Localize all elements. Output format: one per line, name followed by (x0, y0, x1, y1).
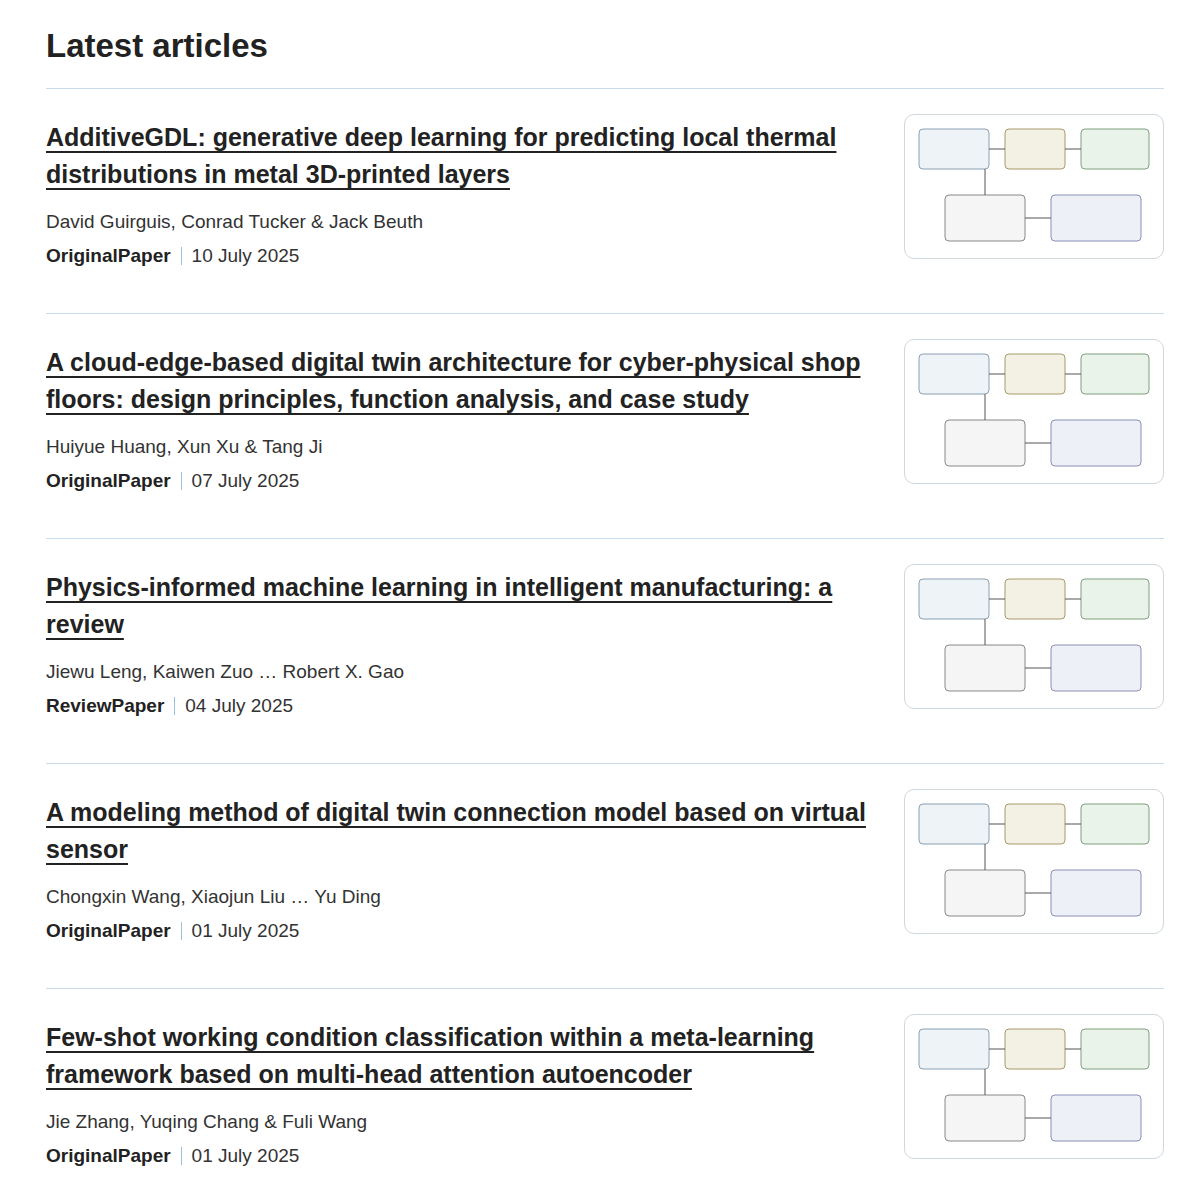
article-title-link[interactable]: AdditiveGDL: generative deep learning fo… (46, 119, 876, 193)
figure-icon (905, 1015, 1163, 1158)
article-row: A cloud-edge-based digital twin architec… (46, 314, 1164, 539)
article-thumbnail[interactable] (904, 1014, 1164, 1159)
article-thumbnail[interactable] (904, 114, 1164, 259)
article-body: A cloud-edge-based digital twin architec… (46, 344, 876, 494)
article-meta: OriginalPaper 10 July 2025 (46, 243, 876, 269)
figure-icon (905, 565, 1163, 708)
article-authors: David Guirguis, Conrad Tucker & Jack Beu… (46, 209, 876, 235)
article-thumbnail[interactable] (904, 564, 1164, 709)
article-body: Physics-informed machine learning in int… (46, 569, 876, 719)
article-type: OriginalPaper (46, 243, 171, 269)
article-authors: Huiyue Huang, Xun Xu & Tang Ji (46, 434, 876, 460)
article-row: A modeling method of digital twin connec… (46, 764, 1164, 989)
latest-articles-page: Latest articles AdditiveGDL: generative d… (0, 0, 1184, 1200)
meta-divider (181, 1147, 182, 1165)
article-row: Few-shot working condition classificatio… (46, 989, 1164, 1200)
article-authors: Jiewu Leng, Kaiwen Zuo … Robert X. Gao (46, 659, 876, 685)
article-meta: ReviewPaper 04 July 2025 (46, 693, 876, 719)
article-thumbnail[interactable] (904, 789, 1164, 934)
article-date: 01 July 2025 (192, 1143, 300, 1169)
article-type: OriginalPaper (46, 1143, 171, 1169)
meta-divider (181, 922, 182, 940)
article-authors: Chongxin Wang, Xiaojun Liu … Yu Ding (46, 884, 876, 910)
figure-icon (905, 790, 1163, 933)
article-type: ReviewPaper (46, 693, 164, 719)
article-meta: OriginalPaper 01 July 2025 (46, 918, 876, 944)
article-row: Physics-informed machine learning in int… (46, 539, 1164, 764)
article-meta: OriginalPaper 07 July 2025 (46, 468, 876, 494)
article-title-link[interactable]: A cloud-edge-based digital twin architec… (46, 344, 876, 418)
section-heading: Latest articles (46, 0, 1164, 89)
article-meta: OriginalPaper 01 July 2025 (46, 1143, 876, 1169)
article-thumbnail[interactable] (904, 339, 1164, 484)
article-body: AdditiveGDL: generative deep learning fo… (46, 119, 876, 269)
figure-icon (905, 340, 1163, 483)
figure-icon (905, 115, 1163, 258)
article-date: 01 July 2025 (192, 918, 300, 944)
article-date: 07 July 2025 (192, 468, 300, 494)
meta-divider (181, 247, 182, 265)
article-title-link[interactable]: A modeling method of digital twin connec… (46, 794, 876, 868)
article-date: 04 July 2025 (185, 693, 293, 719)
article-body: Few-shot working condition classificatio… (46, 1019, 876, 1169)
article-list: AdditiveGDL: generative deep learning fo… (46, 89, 1164, 1200)
article-date: 10 July 2025 (192, 243, 300, 269)
article-type: OriginalPaper (46, 468, 171, 494)
article-row: AdditiveGDL: generative deep learning fo… (46, 89, 1164, 314)
meta-divider (174, 697, 175, 715)
article-body: A modeling method of digital twin connec… (46, 794, 876, 944)
article-type: OriginalPaper (46, 918, 171, 944)
article-title-link[interactable]: Few-shot working condition classificatio… (46, 1019, 876, 1093)
article-authors: Jie Zhang, Yuqing Chang & Fuli Wang (46, 1109, 876, 1135)
meta-divider (181, 472, 182, 490)
article-title-link[interactable]: Physics-informed machine learning in int… (46, 569, 876, 643)
